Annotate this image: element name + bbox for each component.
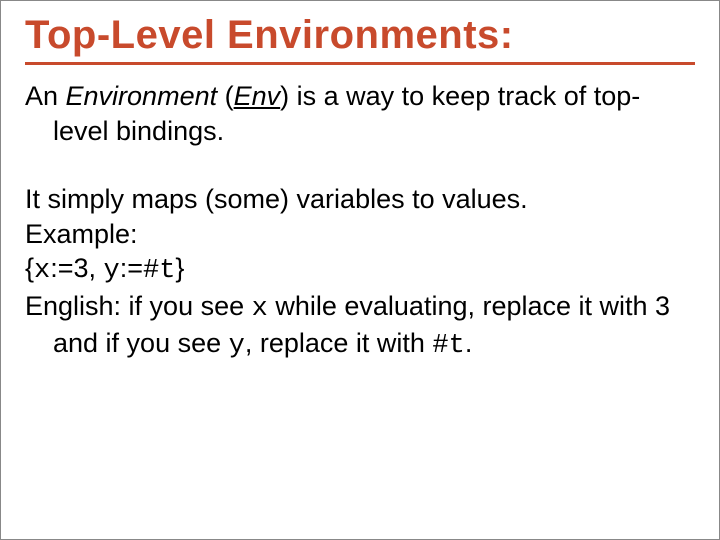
- text-english-start: English: if you see: [25, 291, 252, 321]
- line-maps: It simply maps (some) variables to value…: [25, 182, 695, 217]
- text-environment: Environment: [66, 81, 218, 111]
- inline-true: #t: [432, 331, 464, 361]
- slide-container: Top-Level Environments: An Environment (…: [0, 0, 720, 540]
- paragraph-example: It simply maps (some) variables to value…: [25, 182, 695, 364]
- slide-content: An Environment (Env) is a way to keep tr…: [25, 79, 695, 364]
- text-period: .: [465, 328, 473, 358]
- paragraph-definition: An Environment (Env) is a way to keep tr…: [25, 79, 695, 148]
- text-assign: :=: [120, 253, 143, 283]
- text-assign-3: :=3,: [50, 253, 103, 283]
- text-env: Env: [234, 81, 281, 111]
- brace-open: {: [25, 253, 34, 283]
- line-binding-set: {x:=3, y:=#t}: [25, 251, 695, 289]
- inline-y: y: [229, 331, 245, 361]
- text-replace-with: , replace it with: [245, 328, 433, 358]
- text-open-paren: (: [217, 81, 234, 111]
- brace-close: }: [175, 253, 184, 283]
- text-an: An: [25, 81, 66, 111]
- definition-line: An Environment (Env) is a way to keep tr…: [25, 79, 695, 148]
- val-true: #t: [143, 256, 175, 286]
- line-english: English: if you see x while evaluating, …: [25, 289, 695, 364]
- var-y: y: [104, 256, 120, 286]
- line-example-label: Example:: [25, 217, 695, 252]
- slide-title: Top-Level Environments:: [25, 13, 695, 65]
- inline-x: x: [252, 294, 268, 324]
- var-x: x: [34, 256, 50, 286]
